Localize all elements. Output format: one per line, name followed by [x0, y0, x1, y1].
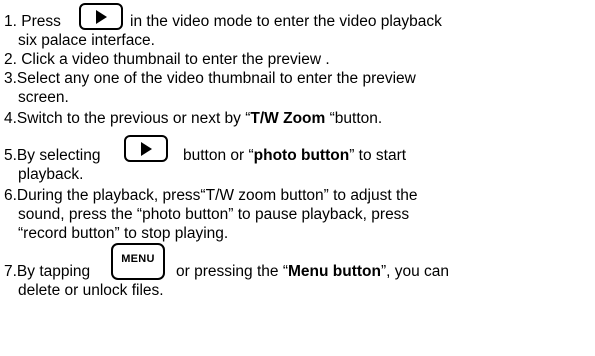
- step-3-line-2: screen.: [18, 89, 69, 107]
- step-4-line: 4.Switch to the previous or next by “T/W…: [4, 110, 382, 128]
- step-7-mid: or pressing the “: [176, 263, 288, 280]
- step-1-before-icon: 1. Press: [4, 13, 61, 30]
- play-button-icon: [79, 3, 123, 30]
- step-3-text-1: 3.Select any one of the video thumbnail …: [4, 70, 416, 87]
- step-1-after-icon: in the video mode to enter the video pla…: [130, 13, 442, 30]
- step-6-text-1: 6.During the playback, press“T/W zoom bu…: [4, 187, 418, 204]
- step-4-after-bold: “button.: [325, 110, 383, 127]
- step-2-text: 2. Click a video thumbnail to enter the …: [4, 51, 330, 68]
- step-3-text-2: screen.: [18, 89, 69, 106]
- step-5-bold: photo button: [253, 147, 350, 164]
- step-2-line: 2. Click a video thumbnail to enter the …: [4, 51, 330, 69]
- step-6-text-3: “record button” to stop playing.: [18, 225, 229, 242]
- menu-button-icon: MENU: [111, 243, 165, 280]
- step-5-continuation: playback.: [18, 166, 84, 183]
- step-7-line-1b: or pressing the “Menu button”, you can: [176, 263, 449, 281]
- step-5-line-1b: button or “photo button” to start: [183, 147, 406, 165]
- step-1-continuation: six palace interface.: [18, 32, 155, 49]
- step-7-before-icon: 7.By tapping: [4, 263, 91, 280]
- play-icon: [141, 141, 152, 156]
- menu-key-label: MENU: [121, 252, 155, 265]
- step-6-line-1: 6.During the playback, press“T/W zoom bu…: [4, 187, 418, 205]
- step-4-bold: T/W Zoom: [250, 110, 326, 127]
- step-6-line-3: “record button” to stop playing.: [18, 225, 228, 243]
- step-1-line-2: six palace interface.: [18, 32, 155, 50]
- play-button-icon-2: [124, 135, 168, 162]
- step-1-line-1: 1. Press: [4, 13, 61, 31]
- step-5-line-2: playback.: [18, 166, 83, 184]
- step-6-text-2: sound, press the “photo button” to pause…: [18, 206, 410, 223]
- step-7-line-2: delete or unlock files.: [18, 282, 164, 300]
- step-5-after-bold: ” to start: [349, 147, 407, 164]
- step-7-bold: Menu button: [288, 263, 381, 280]
- step-5-line-1a: 5.By selecting: [4, 147, 101, 165]
- step-5-mid: button or “: [183, 147, 254, 164]
- step-5-before-icon: 5.By selecting: [4, 147, 101, 164]
- step-4-before-bold: 4.Switch to the previous or next by “: [4, 110, 251, 127]
- step-7-after-bold: ”, you can: [380, 263, 450, 280]
- step-1-after-icon-line: in the video mode to enter the video pla…: [130, 13, 442, 31]
- step-7-continuation: delete or unlock files.: [18, 282, 164, 299]
- step-3-line-1: 3.Select any one of the video thumbnail …: [4, 70, 416, 88]
- play-icon: [96, 9, 107, 24]
- step-6-line-2: sound, press the “photo button” to pause…: [18, 206, 409, 224]
- step-7-line-1a: 7.By tapping: [4, 263, 90, 281]
